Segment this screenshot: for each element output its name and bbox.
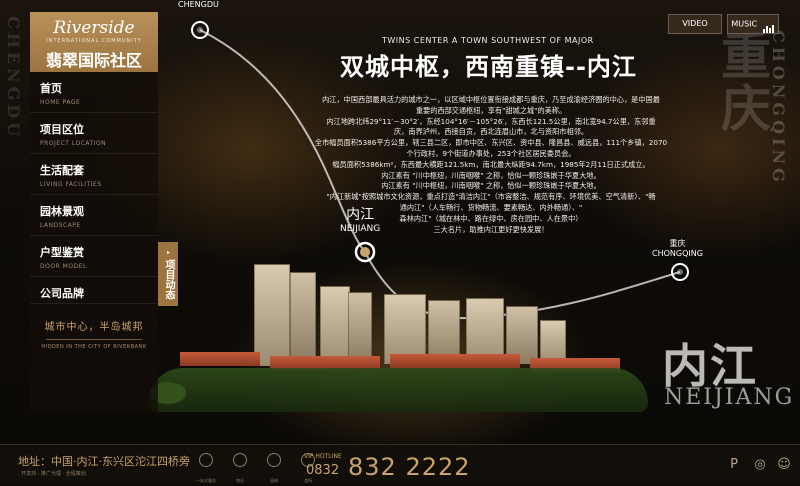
service-icon: 一站式服务 — [196, 453, 216, 486]
intro-line: 个行政村，9个街道办事处，253个社区居民委员会。 — [406, 148, 576, 158]
area-code: 0832 — [306, 463, 340, 478]
nav-label-en: HOME PAGE — [40, 99, 81, 106]
address: 地址：中国·内江·东兴区沱江四桥旁 — [18, 455, 190, 468]
intro-line: 三大名片，助推内江更好更快发展！ — [433, 224, 549, 234]
nav-item-living-facilities[interactable]: 生活配套 LIVING FACILITIES — [30, 154, 158, 195]
intro-line: 内江素有 "川中枢纽，川南咽喉" 之称，恰似一颗珍珠嵌于华夏大地。 — [381, 181, 601, 191]
nav-item-landscape[interactable]: 园林景观 LANDSCAPE — [30, 195, 158, 236]
brand-logo[interactable]: Riverside INTERNATIONAL COMMUNITY 翡翠国际社区 — [30, 12, 158, 72]
property-icon: 物业 — [230, 453, 250, 486]
intro-line: 内江素有 "川中枢纽，川南咽喉" 之称，恰似一颗珍珠嵌于华夏大地。 — [381, 170, 601, 180]
video-button[interactable]: VIDEO — [668, 14, 722, 34]
subtitle-en: TWINS CENTER A TOWN SOUTHWEST OF MAJOR — [382, 36, 594, 45]
nav-label-en: PROJECT LOCATION — [40, 140, 107, 147]
intro-line: 森林内江"（城在林中、路在绿中、房在园中、人在景中） — [399, 213, 583, 223]
nav-label-cn: 首页 — [40, 82, 62, 95]
intro-line: 内江地跨北纬29°11′－30°2′，东经104°16′－105°26′，东西长… — [326, 116, 656, 126]
nav-label-en: LANDSCAPE — [40, 222, 81, 229]
nav-item-company-brand[interactable]: 公司品牌 — [30, 277, 158, 304]
nav-label-cn: 园林景观 — [40, 205, 84, 218]
slogan-en: HIDDEN IN THE CITY OF RIVERBANK — [41, 344, 147, 350]
intro-line: 重要的西部交通枢纽，享有"甜城之城"的美称。 — [415, 105, 567, 115]
nav-label-cn: 项目区位 — [40, 123, 84, 136]
nav-item-door-model[interactable]: 户型鉴赏 DOOR MODEL — [30, 236, 158, 277]
intro-line: 通内江"（人车畅行、货物畅流、要素畅达、内外畅通）、" — [399, 202, 583, 212]
brand-name-cn: 翡翠国际社区 — [45, 51, 142, 70]
intro-line: "内江新城"按照城市文化资源，重点打造"清洁内江"（市容整洁、规范有序、环境优美… — [326, 192, 656, 202]
intro-line: 庆，南界泸州，西接自贡，西北连眉山市，北与资阳市相邻。 — [393, 127, 589, 137]
nav-item-home[interactable]: 首页 HOME PAGE — [30, 72, 158, 113]
arrow-icon: ▸ — [165, 248, 172, 256]
slogan-cn: 城市中心，半岛城邦 — [44, 322, 144, 333]
phone-number: 832 2222 — [348, 453, 471, 481]
city-label-chengdu: CHENGDU — [178, 0, 219, 9]
brand-script-name: Riverside — [53, 18, 135, 38]
nav-label-en: LIVING FACILITIES — [40, 181, 102, 188]
footer: 地址：中国·内江·东兴区沱江四桥旁 · 开发商 · 推广代理 · 全程策划 一站… — [0, 444, 800, 483]
slogan: 城市中心，半岛城邦 HIDDEN IN THE CITY OF RIVERBAN… — [30, 318, 158, 350]
nav-label-cn: 公司品牌 — [40, 287, 84, 300]
project-news-tab[interactable]: ▸ 项目动态 — [158, 242, 178, 306]
decor-neijiang-en: NEIJIANG — [664, 385, 795, 410]
footer-mini-text: · 开发商 · 推广代理 · 全程策划 — [18, 471, 86, 477]
nav-label-cn: 生活配套 — [40, 164, 84, 177]
chongqing-cn: 重庆 — [669, 239, 686, 248]
music-button[interactable]: MUSIC — [727, 14, 779, 34]
nav-label-cn: 户型鉴赏 — [40, 246, 84, 259]
intro-line: 幅员面积5386km²，东西最大横距121.5km，南北最大纵距94.7km，1… — [332, 159, 650, 169]
chongqing-en: CHONGQING — [652, 249, 703, 258]
intro-line: 内江，中国西部最具活力的城市之一，以区域中枢位置衔接成都与重庆，乃至成渝经济圈的… — [322, 95, 660, 104]
wechat-icon[interactable]: ☺ — [776, 457, 792, 473]
intro-text: 内江，中国西部最具活力的城市之一，以区域中枢位置衔接成都与重庆，乃至成渝经济圈的… — [296, 95, 686, 235]
page-headline: 双城中枢，西南重镇--内江 — [340, 53, 637, 81]
music-label: MUSIC — [731, 19, 758, 29]
project-news-label: 项目动态 — [163, 259, 174, 300]
brand-tagline: INTERNATIONAL COMMUNITY — [46, 38, 142, 44]
chengdu-en: CHENGDU — [178, 0, 219, 9]
video-label: VIDEO — [682, 19, 708, 28]
hotline-label: VIP HOTLINE — [304, 453, 342, 460]
intro-line: 全市幅员面积5386平方公里，辖三县二区，即市中区、东兴区、资中县、隆昌县、威远… — [314, 138, 668, 148]
garden-icon: 园林 — [264, 453, 284, 486]
equalizer-icon — [762, 15, 775, 33]
city-label-chongqing: 重庆 CHONGQING — [652, 238, 703, 258]
nav-item-project-location[interactable]: 项目区位 PROJECT LOCATION — [30, 113, 158, 154]
sidebar: Riverside INTERNATIONAL COMMUNITY 翡翠国际社区… — [30, 12, 158, 412]
weibo-icon[interactable]: ◎ — [752, 457, 768, 473]
p-icon[interactable]: P — [726, 457, 742, 473]
nav-label-en: DOOR MODEL — [40, 263, 87, 270]
